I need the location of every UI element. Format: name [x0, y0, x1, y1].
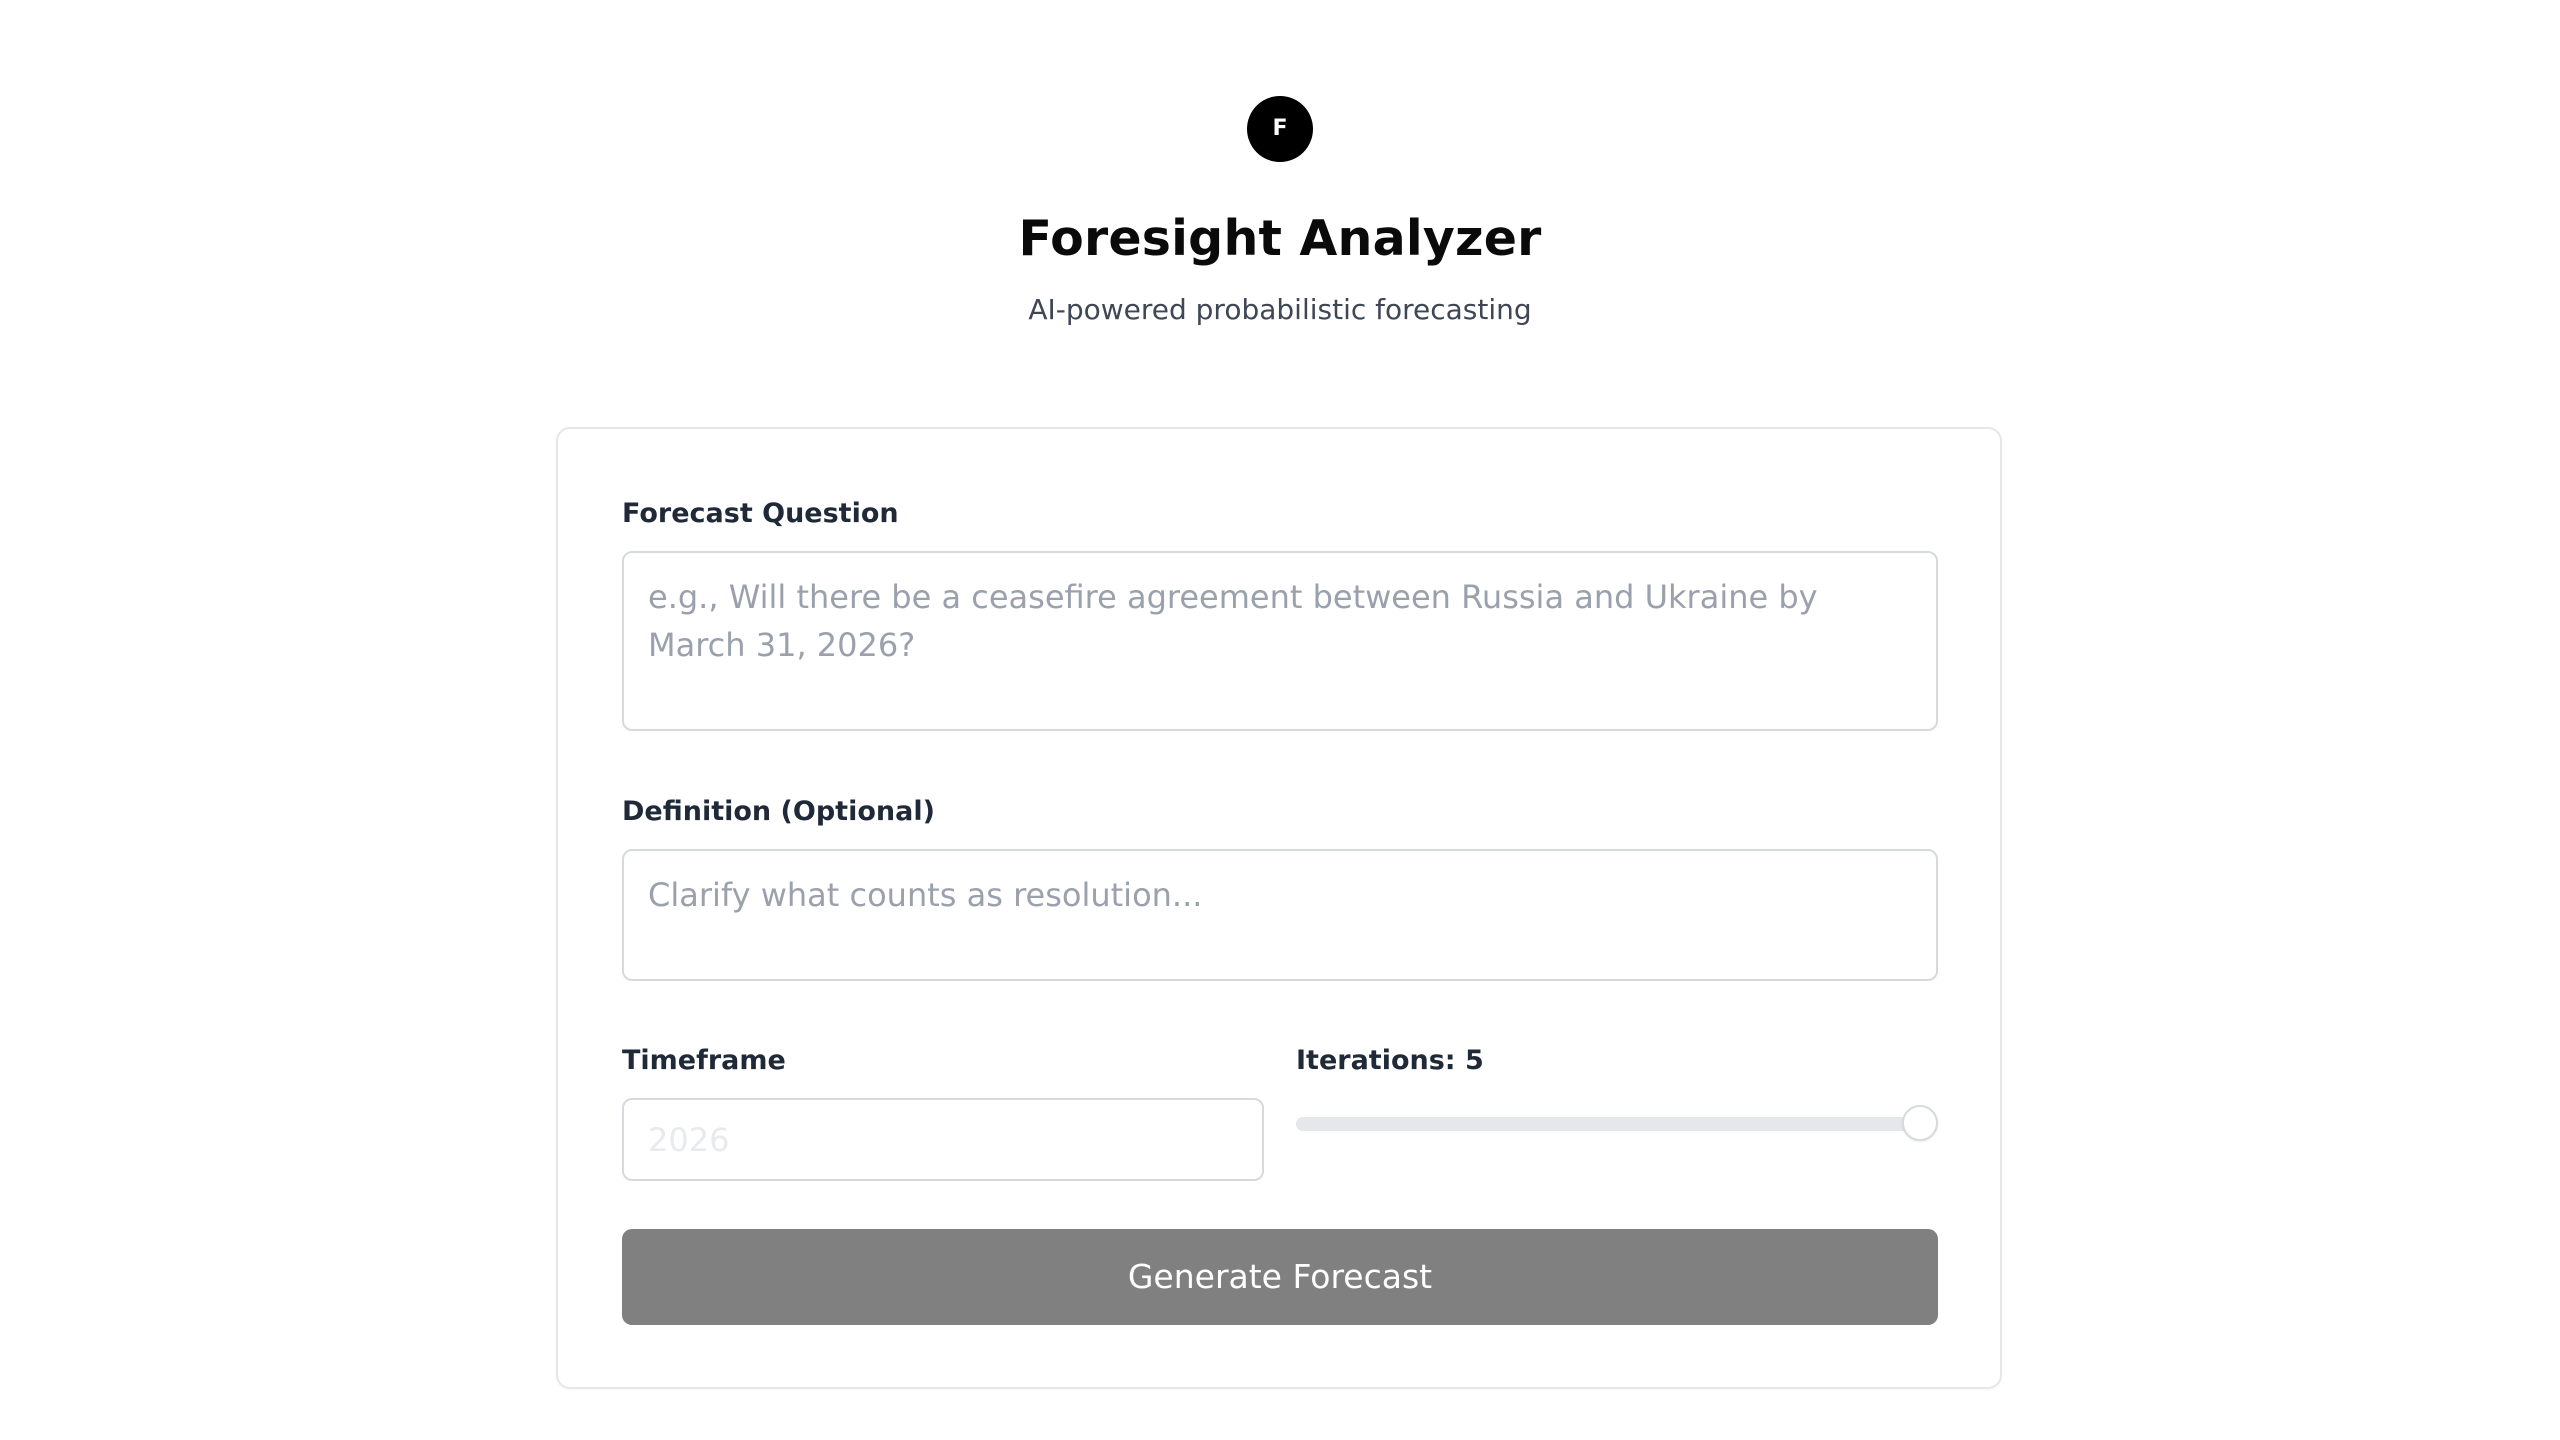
definition-label: Definition (Optional)	[622, 796, 935, 827]
definition-input[interactable]	[622, 849, 1938, 981]
iterations-slider[interactable]	[1296, 1105, 1938, 1141]
timeframe-input[interactable]	[622, 1098, 1264, 1181]
forecast-question-label: Forecast Question	[622, 498, 899, 529]
page-title: Foresight Analyzer	[1018, 210, 1542, 267]
page-subtitle: AI-powered probabilistic forecasting	[1028, 293, 1532, 326]
page: F Foresight Analyzer AI-powered probabil…	[0, 0, 2560, 1440]
iterations-slider-thumb[interactable]	[1902, 1105, 1938, 1141]
iterations-slider-fill	[1296, 1117, 1920, 1131]
generate-forecast-button[interactable]: Generate Forecast	[622, 1229, 1938, 1325]
forecast-question-input[interactable]	[622, 551, 1938, 731]
timeframe-label: Timeframe	[622, 1045, 786, 1076]
app-logo: F	[1247, 96, 1313, 162]
iterations-label: Iterations: 5	[1296, 1045, 1484, 1076]
